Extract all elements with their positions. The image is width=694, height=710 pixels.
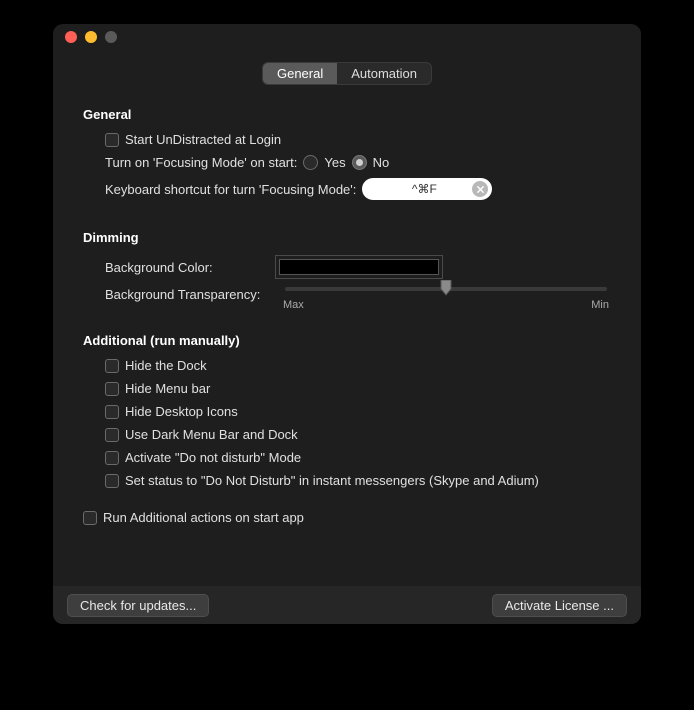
slider-max-label: Max bbox=[283, 299, 304, 311]
im-dnd-label: Set status to "Do Not Disturb" in instan… bbox=[125, 473, 539, 488]
preferences-window: General Automation General Start UnDistr… bbox=[53, 24, 641, 624]
tab-automation[interactable]: Automation bbox=[337, 63, 431, 84]
start-at-login-checkbox[interactable] bbox=[105, 133, 119, 147]
slider-min-label: Min bbox=[591, 299, 609, 311]
section-general-header: General bbox=[83, 107, 611, 122]
dnd-label: Activate "Do not disturb" Mode bbox=[125, 450, 301, 465]
transparency-slider[interactable] bbox=[285, 287, 607, 291]
slider-thumb-icon[interactable] bbox=[440, 280, 452, 296]
focus-yes-radio[interactable] bbox=[303, 155, 318, 170]
section-dimming-header: Dimming bbox=[83, 230, 611, 245]
im-dnd-checkbox[interactable] bbox=[105, 474, 119, 488]
run-on-start-checkbox[interactable] bbox=[83, 511, 97, 525]
bg-color-well[interactable] bbox=[275, 255, 443, 279]
focus-no-label: No bbox=[373, 155, 390, 170]
section-additional-header: Additional (run manually) bbox=[83, 333, 611, 348]
check-updates-button[interactable]: Check for updates... bbox=[67, 594, 209, 617]
hide-menubar-label: Hide Menu bar bbox=[125, 381, 210, 396]
close-icon[interactable] bbox=[65, 31, 77, 43]
hide-desktop-label: Hide Desktop Icons bbox=[125, 404, 238, 419]
hide-menubar-checkbox[interactable] bbox=[105, 382, 119, 396]
dark-menu-checkbox[interactable] bbox=[105, 428, 119, 442]
hide-dock-checkbox[interactable] bbox=[105, 359, 119, 373]
shortcut-field[interactable]: ^⌘F bbox=[362, 178, 492, 200]
run-on-start-label: Run Additional actions on start app bbox=[103, 510, 304, 525]
clear-shortcut-icon[interactable] bbox=[472, 181, 488, 197]
tab-bar: General Automation bbox=[53, 62, 641, 85]
start-at-login-label: Start UnDistracted at Login bbox=[125, 132, 281, 147]
bottom-bar: Check for updates... Activate License ..… bbox=[53, 586, 641, 624]
focus-on-start-label: Turn on 'Focusing Mode' on start: bbox=[105, 155, 297, 170]
focus-no-radio[interactable] bbox=[352, 155, 367, 170]
bg-color-label: Background Color: bbox=[105, 260, 265, 275]
dnd-checkbox[interactable] bbox=[105, 451, 119, 465]
shortcut-value: ^⌘F bbox=[376, 182, 472, 196]
dark-menu-label: Use Dark Menu Bar and Dock bbox=[125, 427, 298, 442]
titlebar bbox=[53, 24, 641, 50]
activate-license-button[interactable]: Activate License ... bbox=[492, 594, 627, 617]
tab-general[interactable]: General bbox=[263, 63, 337, 84]
hide-dock-label: Hide the Dock bbox=[125, 358, 207, 373]
minimize-icon[interactable] bbox=[85, 31, 97, 43]
hide-desktop-checkbox[interactable] bbox=[105, 405, 119, 419]
focus-yes-label: Yes bbox=[324, 155, 345, 170]
bg-trans-label: Background Transparency: bbox=[105, 287, 265, 302]
shortcut-label: Keyboard shortcut for turn 'Focusing Mod… bbox=[105, 182, 356, 197]
zoom-icon[interactable] bbox=[105, 31, 117, 43]
